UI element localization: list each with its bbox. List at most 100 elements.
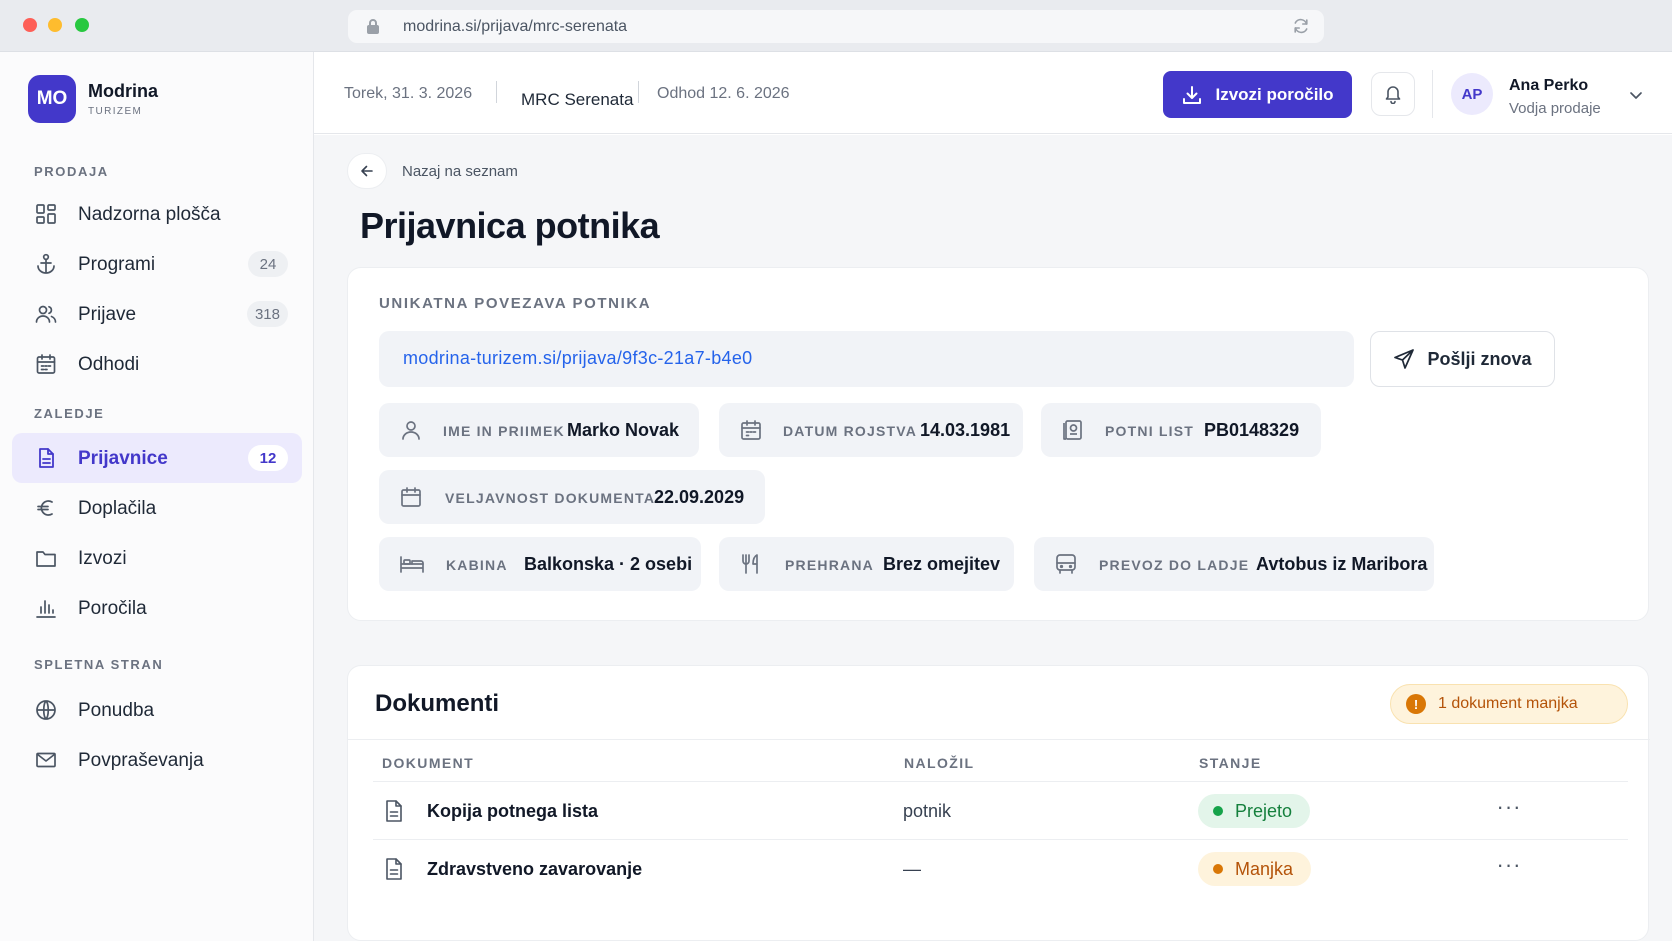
field-value: Avtobus iz Maribora xyxy=(1256,554,1428,574)
passenger-link[interactable]: modrina-turizem.si/prijava/9f3c-21a7-b4e… xyxy=(403,348,752,369)
arrow-left-icon xyxy=(361,165,373,177)
sidebar-item-izvozi[interactable]: Izvozi xyxy=(12,533,302,583)
euro-icon xyxy=(37,500,53,516)
sidebar-item-porocila[interactable]: Poročila xyxy=(12,583,302,633)
field-value: 14.03.1981 xyxy=(920,420,1011,440)
column-header-uploader[interactable]: NALOŽIL xyxy=(904,755,974,771)
field-value: Marko Novak xyxy=(567,420,680,440)
sidebar-item-label: Programi xyxy=(78,254,156,275)
send-icon xyxy=(1394,349,1415,369)
bar-chart-icon xyxy=(36,600,56,618)
calendar-icon xyxy=(36,354,56,374)
notifications-button[interactable] xyxy=(1371,72,1415,116)
sidebar-item-label: Doplačila xyxy=(78,498,157,519)
ship-name: MRC Serenata xyxy=(521,90,634,109)
export-report-button[interactable]: Izvozi poročilo xyxy=(1163,71,1352,118)
status-label: Manjka xyxy=(1235,858,1294,879)
table-row[interactable]: Zdravstveno zavarovanje — Manjka ··· xyxy=(373,839,1628,897)
departure-date: Odhod 12. 6. 2026 xyxy=(657,85,790,102)
passenger-card: UNIKATNA POVEZAVA POTNIKA modrina-turize… xyxy=(347,267,1649,621)
sidebar-item-label: Prijave xyxy=(78,304,137,325)
back-link[interactable]: Nazaj na seznam xyxy=(402,163,518,180)
anchor-icon xyxy=(37,253,55,274)
more-actions-button[interactable]: ··· xyxy=(1494,796,1524,822)
document-uploader: — xyxy=(903,859,921,879)
field-key: VELJAVNOST DOKUMENTA xyxy=(445,490,656,506)
warning-icon: ! xyxy=(1406,694,1426,714)
sidebar-item-doplacila[interactable]: Doplačila xyxy=(12,483,302,533)
divider xyxy=(496,81,497,103)
users-icon xyxy=(35,305,57,323)
lock-icon xyxy=(367,19,379,34)
page-title: Prijavnica potnika xyxy=(360,205,660,246)
more-actions-button[interactable]: ··· xyxy=(1494,854,1524,880)
brand-logo[interactable]: MO xyxy=(28,75,76,123)
resend-button[interactable]: Pošlji znova xyxy=(1370,331,1555,387)
status-dot xyxy=(1213,864,1223,874)
field-passport: POTNI LIST PB0148329 xyxy=(1041,403,1321,457)
window-minimize-button[interactable] xyxy=(48,18,62,32)
user-role: Vodja prodaje xyxy=(1509,100,1601,117)
bell-icon xyxy=(1385,86,1401,104)
sidebar-item-povprasevanja[interactable]: Povpraševanja xyxy=(12,735,302,785)
sidebar-item-label: Povpraševanja xyxy=(78,750,204,771)
sidebar-item-nadzorna-plosca[interactable]: Nadzorna plošča xyxy=(12,189,302,239)
file-icon xyxy=(386,858,402,880)
status-label: Prejeto xyxy=(1235,800,1293,821)
column-header-document[interactable]: DOKUMENT xyxy=(382,755,474,771)
missing-documents-label: 1 dokument manjka xyxy=(1438,695,1578,712)
window-maximize-button[interactable] xyxy=(75,18,89,32)
sidebar-item-odhodi[interactable]: Odhodi xyxy=(12,339,302,389)
table-row[interactable]: Kopija potnega lista potnik Prejeto ··· xyxy=(373,781,1628,839)
field-key: PREVOZ DO LADJE xyxy=(1099,557,1250,573)
browser-chrome: modrina.si/prijava/mrc-serenata xyxy=(0,0,1672,52)
field-diet: PREHRANA Brez omejitev xyxy=(719,537,1014,591)
back-button[interactable] xyxy=(347,153,387,189)
file-icon xyxy=(386,800,402,822)
column-header-status[interactable]: STANJE xyxy=(1199,755,1262,771)
divider xyxy=(638,81,639,103)
current-date: Torek, 31. 3. 2026 xyxy=(344,85,473,102)
chevron-down-icon[interactable] xyxy=(1628,87,1644,103)
dashboard-icon xyxy=(36,204,56,224)
avatar[interactable]: AP xyxy=(1451,73,1493,115)
passport-icon xyxy=(1063,420,1082,440)
calendar-icon xyxy=(741,420,761,440)
export-report-label: Izvozi poročilo xyxy=(1215,84,1334,104)
count-badge: 12 xyxy=(248,445,288,471)
sidebar-item-label: Ponudba xyxy=(78,700,155,721)
status-badge: Manjka xyxy=(1198,852,1312,886)
document-name[interactable]: Kopija potnega lista xyxy=(427,801,598,822)
sidebar-item-label: Poročila xyxy=(78,598,147,619)
sidebar-item-label: Izvozi xyxy=(78,548,127,569)
field-key: POTNI LIST xyxy=(1105,423,1194,439)
reload-icon[interactable] xyxy=(1292,17,1310,35)
resend-label: Pošlji znova xyxy=(1427,348,1532,369)
document-icon xyxy=(39,448,54,468)
person-icon xyxy=(402,421,420,440)
sidebar-item-prijave[interactable]: Prijave 318 xyxy=(12,289,302,339)
sidebar-item-ponudba[interactable]: Ponudba xyxy=(12,685,302,735)
fork-knife-icon xyxy=(742,554,758,574)
field-value: Balkonska · 2 osebi xyxy=(524,554,693,574)
window-close-button[interactable] xyxy=(23,18,37,32)
field-cabin: KABINA Balkonska · 2 osebi xyxy=(379,537,701,591)
nav-section-title: SPLETNA STRAN xyxy=(34,657,164,672)
field-dob: DATUM ROJSTVA 14.03.1981 xyxy=(719,403,1023,457)
count-badge: 24 xyxy=(248,251,288,277)
passenger-link-field[interactable]: modrina-turizem.si/prijava/9f3c-21a7-b4e… xyxy=(379,331,1354,387)
bus-icon xyxy=(1056,554,1076,574)
field-value: PB0148329 xyxy=(1204,420,1300,440)
document-name[interactable]: Zdravstveno zavarovanje xyxy=(427,859,642,880)
user-name: Ana Perko xyxy=(1509,77,1589,94)
field-key: DATUM ROJSTVA xyxy=(783,423,918,439)
folder-icon xyxy=(36,551,56,567)
nav-section-title: PRODAJA xyxy=(34,164,109,179)
document-uploader: potnik xyxy=(903,801,952,821)
sidebar-item-prijavnice[interactable]: Prijavnice 12 xyxy=(12,433,302,483)
divider xyxy=(1432,70,1433,118)
sidebar-item-programi[interactable]: Programi 24 xyxy=(12,239,302,289)
documents-title: Dokumenti xyxy=(375,690,500,717)
address-bar[interactable]: modrina.si/prijava/mrc-serenata xyxy=(348,10,1324,43)
count-badge: 318 xyxy=(246,301,288,327)
